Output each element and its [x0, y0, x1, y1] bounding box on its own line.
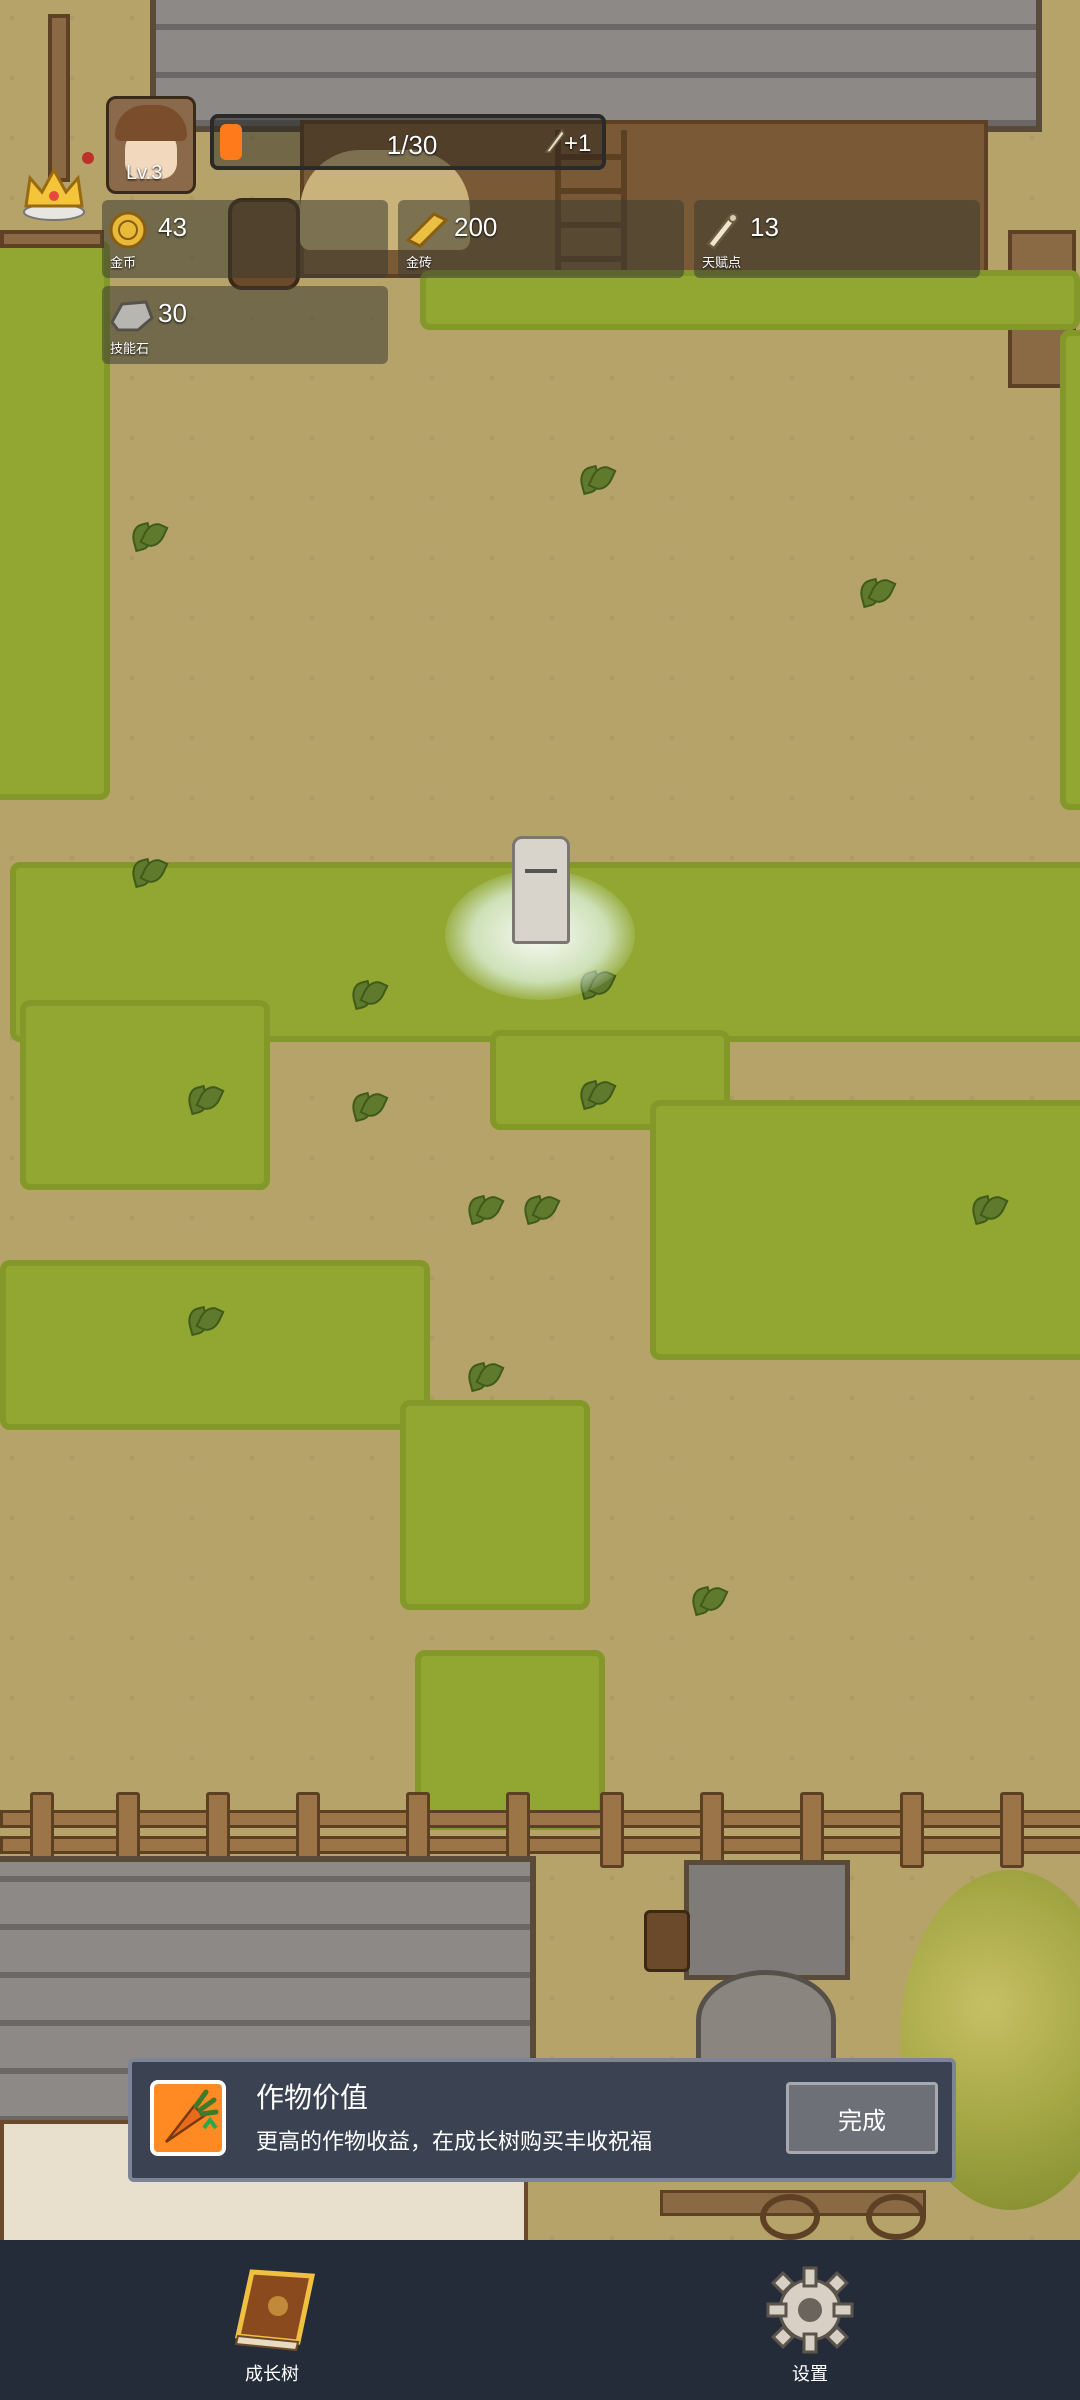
quill-icon — [542, 128, 566, 154]
stone-icon — [108, 296, 154, 336]
gold-coin-icon — [108, 210, 148, 250]
crop-sprout[interactable] — [466, 1362, 500, 1390]
cart-wheel — [866, 2194, 926, 2240]
grass-patch — [0, 240, 110, 800]
cart-wheel — [760, 2194, 820, 2240]
crop-sprout[interactable] — [858, 578, 892, 606]
resource-skill-stone[interactable]: 30 技能石 — [102, 286, 388, 364]
crop-sprout[interactable] — [466, 1195, 500, 1223]
crop-sprout[interactable] — [578, 465, 612, 493]
fence-post — [1000, 1792, 1024, 1868]
well-roof — [684, 1860, 850, 1980]
crop-sprout[interactable] — [186, 1085, 220, 1113]
book-icon — [222, 2262, 322, 2354]
grass-patch — [20, 1000, 270, 1190]
resource-talent-point[interactable]: 13 天赋点 — [694, 200, 980, 278]
fence-post — [48, 14, 70, 182]
resource-gold-brick[interactable]: 200 金砖 — [398, 200, 684, 278]
gold-brick-icon — [404, 210, 449, 250]
crop-sprout[interactable] — [522, 1195, 556, 1223]
tutorial-panel: 作物价值 更高的作物收益，在成长树购买丰收祝福 完成 — [128, 2058, 956, 2182]
nav-settings-label: 设置 — [792, 2364, 828, 2384]
player-level: Lv.3 — [126, 162, 163, 184]
resource-gold-coin[interactable]: 43 金币 — [102, 200, 388, 278]
grass-patch — [1060, 330, 1080, 810]
notification-dot — [82, 152, 94, 164]
nav-growth-tree[interactable]: 成长树 — [192, 2240, 352, 2400]
gold-coin-value: 43 — [158, 212, 187, 242]
character-eyes — [525, 869, 557, 881]
barn-roof — [150, 0, 1042, 132]
grass-patch — [420, 270, 1080, 330]
gold-brick-value: 200 — [454, 212, 498, 242]
crop-sprout[interactable] — [130, 858, 164, 886]
tutorial-title: 作物价值 — [256, 2082, 369, 2113]
gold-coin-label: 金币 — [110, 255, 137, 270]
skill-stone-label: 技能石 — [110, 341, 150, 356]
bottom-nav-bar: 成长树 设置 — [0, 2240, 1080, 2400]
grass-patch — [0, 1260, 430, 1430]
crown-icon[interactable] — [20, 164, 88, 222]
fence-post — [900, 1792, 924, 1868]
player-character[interactable] — [512, 836, 570, 944]
nav-settings[interactable]: 设置 — [730, 2240, 890, 2400]
skill-stone-value: 30 — [158, 298, 187, 328]
bucket — [644, 1910, 690, 1972]
gold-brick-label: 金砖 — [406, 255, 433, 270]
nav-growth-tree-label: 成长树 — [245, 2364, 299, 2384]
crop-sprout[interactable] — [578, 1080, 612, 1108]
well — [696, 1970, 836, 2070]
talent-point-value: 13 — [750, 212, 779, 242]
gear-icon — [764, 2264, 856, 2356]
fence-post — [600, 1792, 624, 1868]
crop-sprout[interactable] — [690, 1586, 724, 1614]
crop-sprout[interactable] — [130, 522, 164, 550]
grass-patch — [400, 1400, 590, 1610]
talent-point-label: 天赋点 — [702, 255, 742, 270]
scroll-icon — [700, 210, 740, 250]
fence-post — [800, 1792, 824, 1868]
done-button[interactable]: 完成 — [786, 2082, 938, 2154]
crop-sprout[interactable] — [350, 1092, 384, 1120]
tutorial-description: 更高的作物收益，在成长树购买丰收祝福 — [256, 2129, 653, 2154]
fence-rail — [0, 230, 104, 248]
grass-patch — [650, 1100, 1080, 1360]
xp-bonus: +1 — [564, 130, 592, 157]
carrot-icon — [150, 2080, 226, 2156]
xp-bar: 1/30 +1 — [210, 114, 606, 170]
crop-sprout[interactable] — [350, 980, 384, 1008]
crop-sprout[interactable] — [970, 1195, 1004, 1223]
fence-post — [700, 1792, 724, 1868]
crop-sprout[interactable] — [186, 1306, 220, 1334]
avatar-hair — [115, 105, 187, 141]
